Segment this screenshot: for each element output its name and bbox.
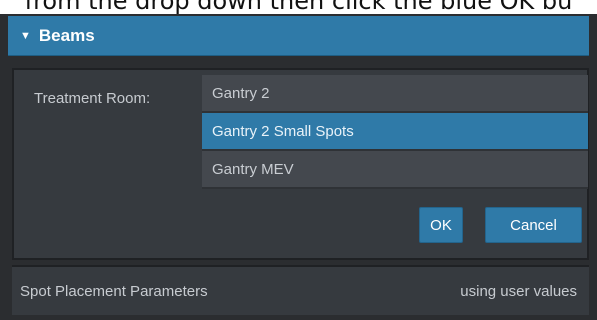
dropdown-option-gantry-2-small-spots[interactable]: Gantry 2 Small Spots <box>202 113 588 151</box>
section-title: Beams <box>38 25 95 45</box>
cancel-button[interactable]: Cancel <box>485 207 582 243</box>
ok-button[interactable]: OK <box>419 207 463 243</box>
beams-section-header[interactable]: ▼ Beams <box>8 16 589 56</box>
spot-placement-label: Spot Placement Parameters <box>20 282 208 300</box>
instruction-text: from the drop down then click the blue O… <box>24 0 573 15</box>
treatment-room-dropdown[interactable]: Gantry 2 Gantry 2 Small Spots Gantry MEV <box>202 75 588 189</box>
dropdown-option-gantry-2[interactable]: Gantry 2 <box>202 75 588 113</box>
dropdown-option-gantry-mev[interactable]: Gantry MEV <box>202 151 588 189</box>
treatment-room-label: Treatment Room: <box>34 90 151 107</box>
beams-window: ▼ Beams Treatment Room: Gantry 2 Gantry … <box>0 14 597 320</box>
collapse-triangle-icon[interactable]: ▼ <box>20 30 31 42</box>
spot-placement-value: using user values <box>460 282 577 300</box>
spot-placement-row[interactable]: Spot Placement Parameters using user val… <box>12 265 589 315</box>
